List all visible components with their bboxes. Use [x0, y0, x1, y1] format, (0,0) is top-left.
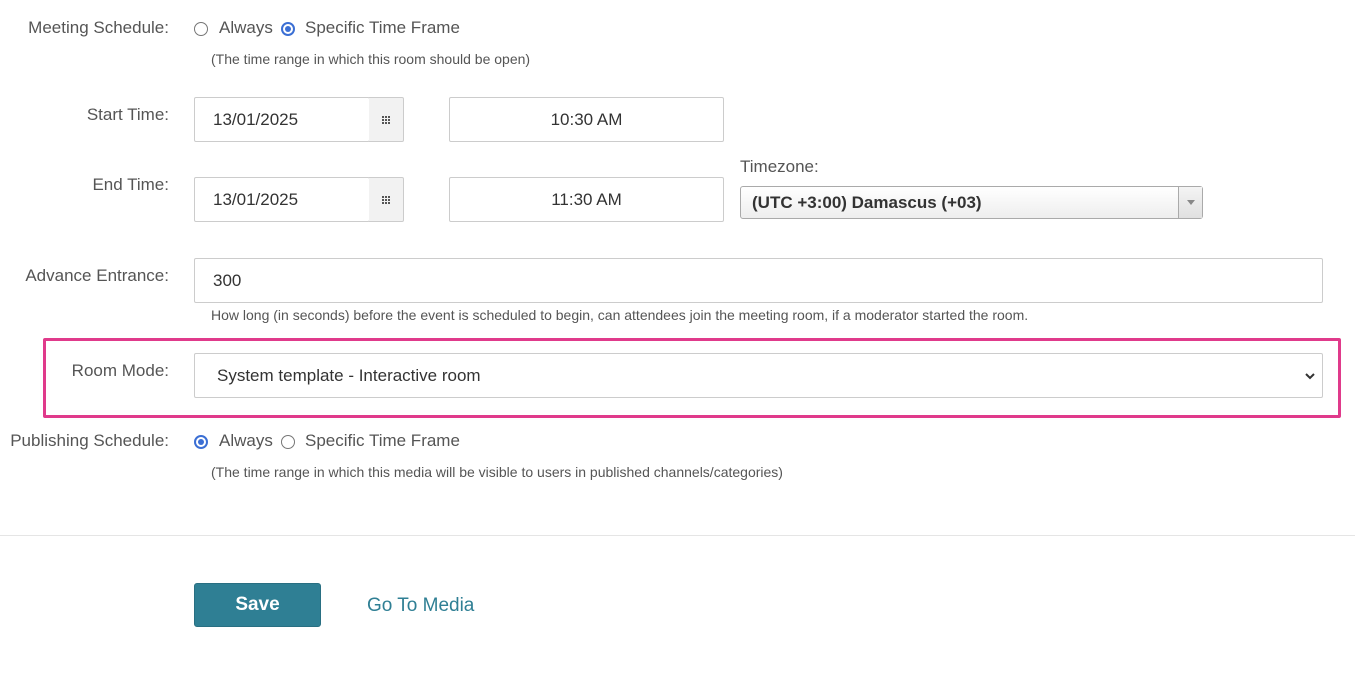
meeting-schedule-hint: (The time range in which this room shoul…	[211, 51, 531, 67]
publishing-schedule-specific-label[interactable]: Specific Time Frame	[305, 431, 460, 451]
start-date-calendar-button[interactable]	[369, 97, 404, 142]
timezone-value: (UTC +3:00) Damascus (+03)	[752, 192, 982, 212]
timezone-label: Timezone:	[740, 157, 819, 176]
room-mode-select[interactable]: System template - Interactive room	[194, 353, 1323, 398]
calendar-grid-icon	[382, 115, 390, 124]
save-button[interactable]: Save	[194, 583, 321, 627]
section-divider	[0, 535, 1355, 536]
meeting-schedule-specific-radio[interactable]	[281, 22, 295, 36]
advance-entrance-input[interactable]: 300	[194, 258, 1323, 303]
room-mode-label: Room Mode:	[71, 361, 169, 380]
end-date-input[interactable]: 13/01/2025	[194, 177, 370, 222]
end-date-value: 13/01/2025	[213, 189, 299, 209]
go-to-media-link[interactable]: Go To Media	[367, 595, 474, 617]
start-date-value: 13/01/2025	[213, 109, 299, 129]
advance-entrance-hint: How long (in seconds) before the event i…	[211, 307, 1029, 323]
publishing-schedule-label: Publishing Schedule:	[10, 431, 169, 450]
publishing-schedule-hint: (The time range in which this media will…	[211, 464, 783, 480]
meeting-schedule-always-radio[interactable]	[194, 22, 208, 36]
advance-entrance-label: Advance Entrance:	[25, 266, 169, 285]
end-time-value: 11:30 AM	[551, 189, 622, 209]
end-date-calendar-button[interactable]	[369, 177, 404, 222]
chevron-down-icon[interactable]	[1178, 187, 1202, 218]
start-date-input[interactable]: 13/01/2025	[194, 97, 370, 142]
meeting-schedule-specific-label[interactable]: Specific Time Frame	[305, 18, 460, 38]
chevron-down-icon	[1305, 373, 1315, 380]
start-time-value: 10:30 AM	[550, 109, 623, 129]
publishing-schedule-always-radio[interactable]	[194, 435, 208, 449]
publishing-schedule-specific-radio[interactable]	[281, 435, 295, 449]
end-time-label: End Time:	[92, 175, 169, 194]
advance-entrance-value: 300	[213, 270, 242, 290]
timezone-select[interactable]: (UTC +3:00) Damascus (+03)	[740, 186, 1203, 219]
room-mode-value: System template - Interactive room	[217, 365, 481, 385]
meeting-schedule-always-label[interactable]: Always	[219, 18, 273, 38]
end-time-input[interactable]: 11:30 AM	[449, 177, 724, 222]
calendar-grid-icon	[382, 195, 390, 204]
meeting-schedule-label: Meeting Schedule:	[28, 18, 169, 37]
start-time-input[interactable]: 10:30 AM	[449, 97, 724, 142]
start-time-label: Start Time:	[86, 105, 169, 124]
publishing-schedule-always-label[interactable]: Always	[219, 431, 273, 451]
